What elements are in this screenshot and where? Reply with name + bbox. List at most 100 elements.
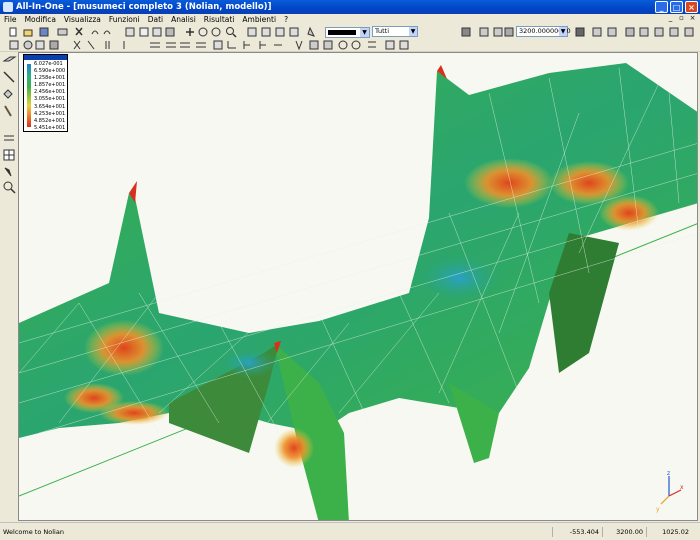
- menu-file[interactable]: File: [0, 14, 21, 25]
- secondary-toolbar: [0, 38, 700, 52]
- fit-icon: [575, 27, 585, 37]
- shade-icon: [504, 27, 514, 37]
- spring-icon: [259, 41, 266, 49]
- menu-visualizza[interactable]: Visualizza: [60, 14, 105, 25]
- color-legend: 6.027e-001 6.590e+000 1.258e+001 1.857e+…: [23, 54, 68, 132]
- stress-icon: [309, 40, 319, 50]
- line-tool-icon[interactable]: [3, 71, 15, 83]
- wall-icon: [196, 42, 206, 48]
- view-x-icon: [261, 27, 271, 37]
- moment-icon: [323, 40, 333, 50]
- status-x-coord: -553.404: [552, 527, 602, 537]
- left-toolbar: [0, 52, 18, 521]
- app-icon: [3, 2, 13, 12]
- layer-combo[interactable]: Tutti ▼: [372, 26, 418, 37]
- zoom-tool-icon[interactable]: [3, 181, 13, 191]
- save-icon: [39, 27, 49, 37]
- new-file-icon: [9, 27, 17, 37]
- legend-value: 3.654e+001: [34, 103, 66, 110]
- copy-icon: [152, 27, 162, 37]
- dim-tool-icon[interactable]: [4, 135, 14, 141]
- axis-z-label: z: [667, 470, 670, 477]
- menu-dati[interactable]: Dati: [144, 14, 167, 25]
- beam-icon: [87, 40, 95, 50]
- print-icon: [57, 28, 68, 36]
- title-bar: All-In-One - [musumeci completo 3 (Nolia…: [0, 0, 700, 14]
- status-message: Welcome to Nolian: [3, 528, 64, 536]
- select-icon: [211, 27, 221, 37]
- node-icon: [73, 40, 81, 50]
- legend-value: 6.027e-001: [34, 61, 63, 67]
- box-icon: [9, 40, 19, 50]
- legend-value: 4.253e+001: [34, 110, 66, 117]
- grid-icon: [139, 27, 149, 37]
- mdi-restore-button[interactable]: ▫: [677, 14, 686, 23]
- window-title: All-In-One - [musumeci completo 3 (Nolia…: [16, 2, 272, 12]
- status-bar: Welcome to Nolian -553.404 3200.00 1025.…: [0, 522, 700, 540]
- model-viewport[interactable]: 6.027e-001 6.590e+000 1.258e+001 1.857e+…: [18, 52, 698, 521]
- menu-analisi[interactable]: Analisi: [167, 14, 200, 25]
- cube-icon: [479, 27, 489, 37]
- fem-mesh-render: [19, 63, 697, 520]
- toolbar2-icons[interactable]: [0, 38, 700, 51]
- undo-icon: [91, 30, 99, 35]
- axis-x-label: x: [680, 484, 684, 491]
- tool-b-icon: [654, 27, 664, 37]
- table-icon: [368, 41, 376, 48]
- settings-icon: [625, 27, 635, 37]
- surface-tool-icon[interactable]: [3, 89, 13, 99]
- menu-help[interactable]: ?: [280, 14, 292, 25]
- properties-icon: [125, 27, 135, 37]
- deform-icon: [295, 40, 303, 51]
- tool-c-icon: [669, 27, 679, 37]
- menu-bar: File Modifica Visualizza Funzioni Dati A…: [0, 14, 700, 25]
- axis-y-label: y: [656, 506, 660, 513]
- cut-icon: [75, 27, 83, 36]
- status-y-coord: 3200.00: [602, 527, 646, 537]
- brush-tool-icon[interactable]: [4, 105, 12, 117]
- plate-icon: [166, 42, 176, 48]
- scale-combo[interactable]: 3200.00000000 ▼: [516, 26, 571, 37]
- view-z-icon: [289, 27, 299, 37]
- sphere-icon: [23, 40, 33, 50]
- clock-icon: [351, 40, 361, 50]
- minimize-button[interactable]: _: [655, 1, 668, 13]
- rotate-icon: [198, 27, 208, 37]
- axis-icon: [227, 41, 236, 49]
- mesh-icon: [49, 40, 59, 50]
- axis-triad: z x y: [656, 470, 684, 513]
- legend-value: 1.857e+001: [34, 82, 66, 89]
- view-y-icon: [275, 27, 285, 37]
- menu-risultati[interactable]: Risultati: [200, 14, 239, 25]
- report-icon: [385, 40, 395, 50]
- legend-value: 1.258e+001: [34, 75, 66, 82]
- menu-modifica[interactable]: Modifica: [21, 14, 60, 25]
- menu-funzioni[interactable]: Funzioni: [105, 14, 144, 25]
- legend-value: 4.852e+001: [34, 117, 66, 124]
- legend-value: 5.451e+001: [34, 124, 66, 131]
- refresh-icon: [592, 27, 602, 37]
- zoom-icon: [226, 27, 234, 35]
- pointer-tool-icon[interactable]: [4, 167, 12, 177]
- menu-ambienti[interactable]: Ambienti: [238, 14, 280, 25]
- wire-icon: [493, 27, 503, 37]
- legend-value: 6.590e+000: [34, 68, 66, 75]
- close-button[interactable]: ×: [685, 1, 698, 13]
- redo-icon: [103, 30, 111, 35]
- color-selector[interactable]: ▼: [325, 27, 370, 38]
- tool-a-icon: [639, 27, 649, 37]
- mdi-minimize-button[interactable]: _: [666, 14, 675, 23]
- tool-d-icon: [684, 27, 694, 37]
- constraint-icon: [243, 41, 250, 49]
- slab-icon: [180, 42, 190, 48]
- chart-icon: [399, 40, 409, 50]
- shell-icon: [150, 42, 160, 48]
- view-icon: [247, 27, 257, 37]
- plane-tool-icon[interactable]: [2, 56, 17, 62]
- column-icon: [105, 41, 110, 49]
- section-icon: [338, 40, 348, 50]
- mdi-close-button[interactable]: ×: [688, 14, 697, 23]
- maximize-button[interactable]: □: [670, 1, 683, 13]
- legend-value: 2.456e+001: [34, 89, 66, 96]
- legend-value: 3.055e+001: [34, 96, 66, 103]
